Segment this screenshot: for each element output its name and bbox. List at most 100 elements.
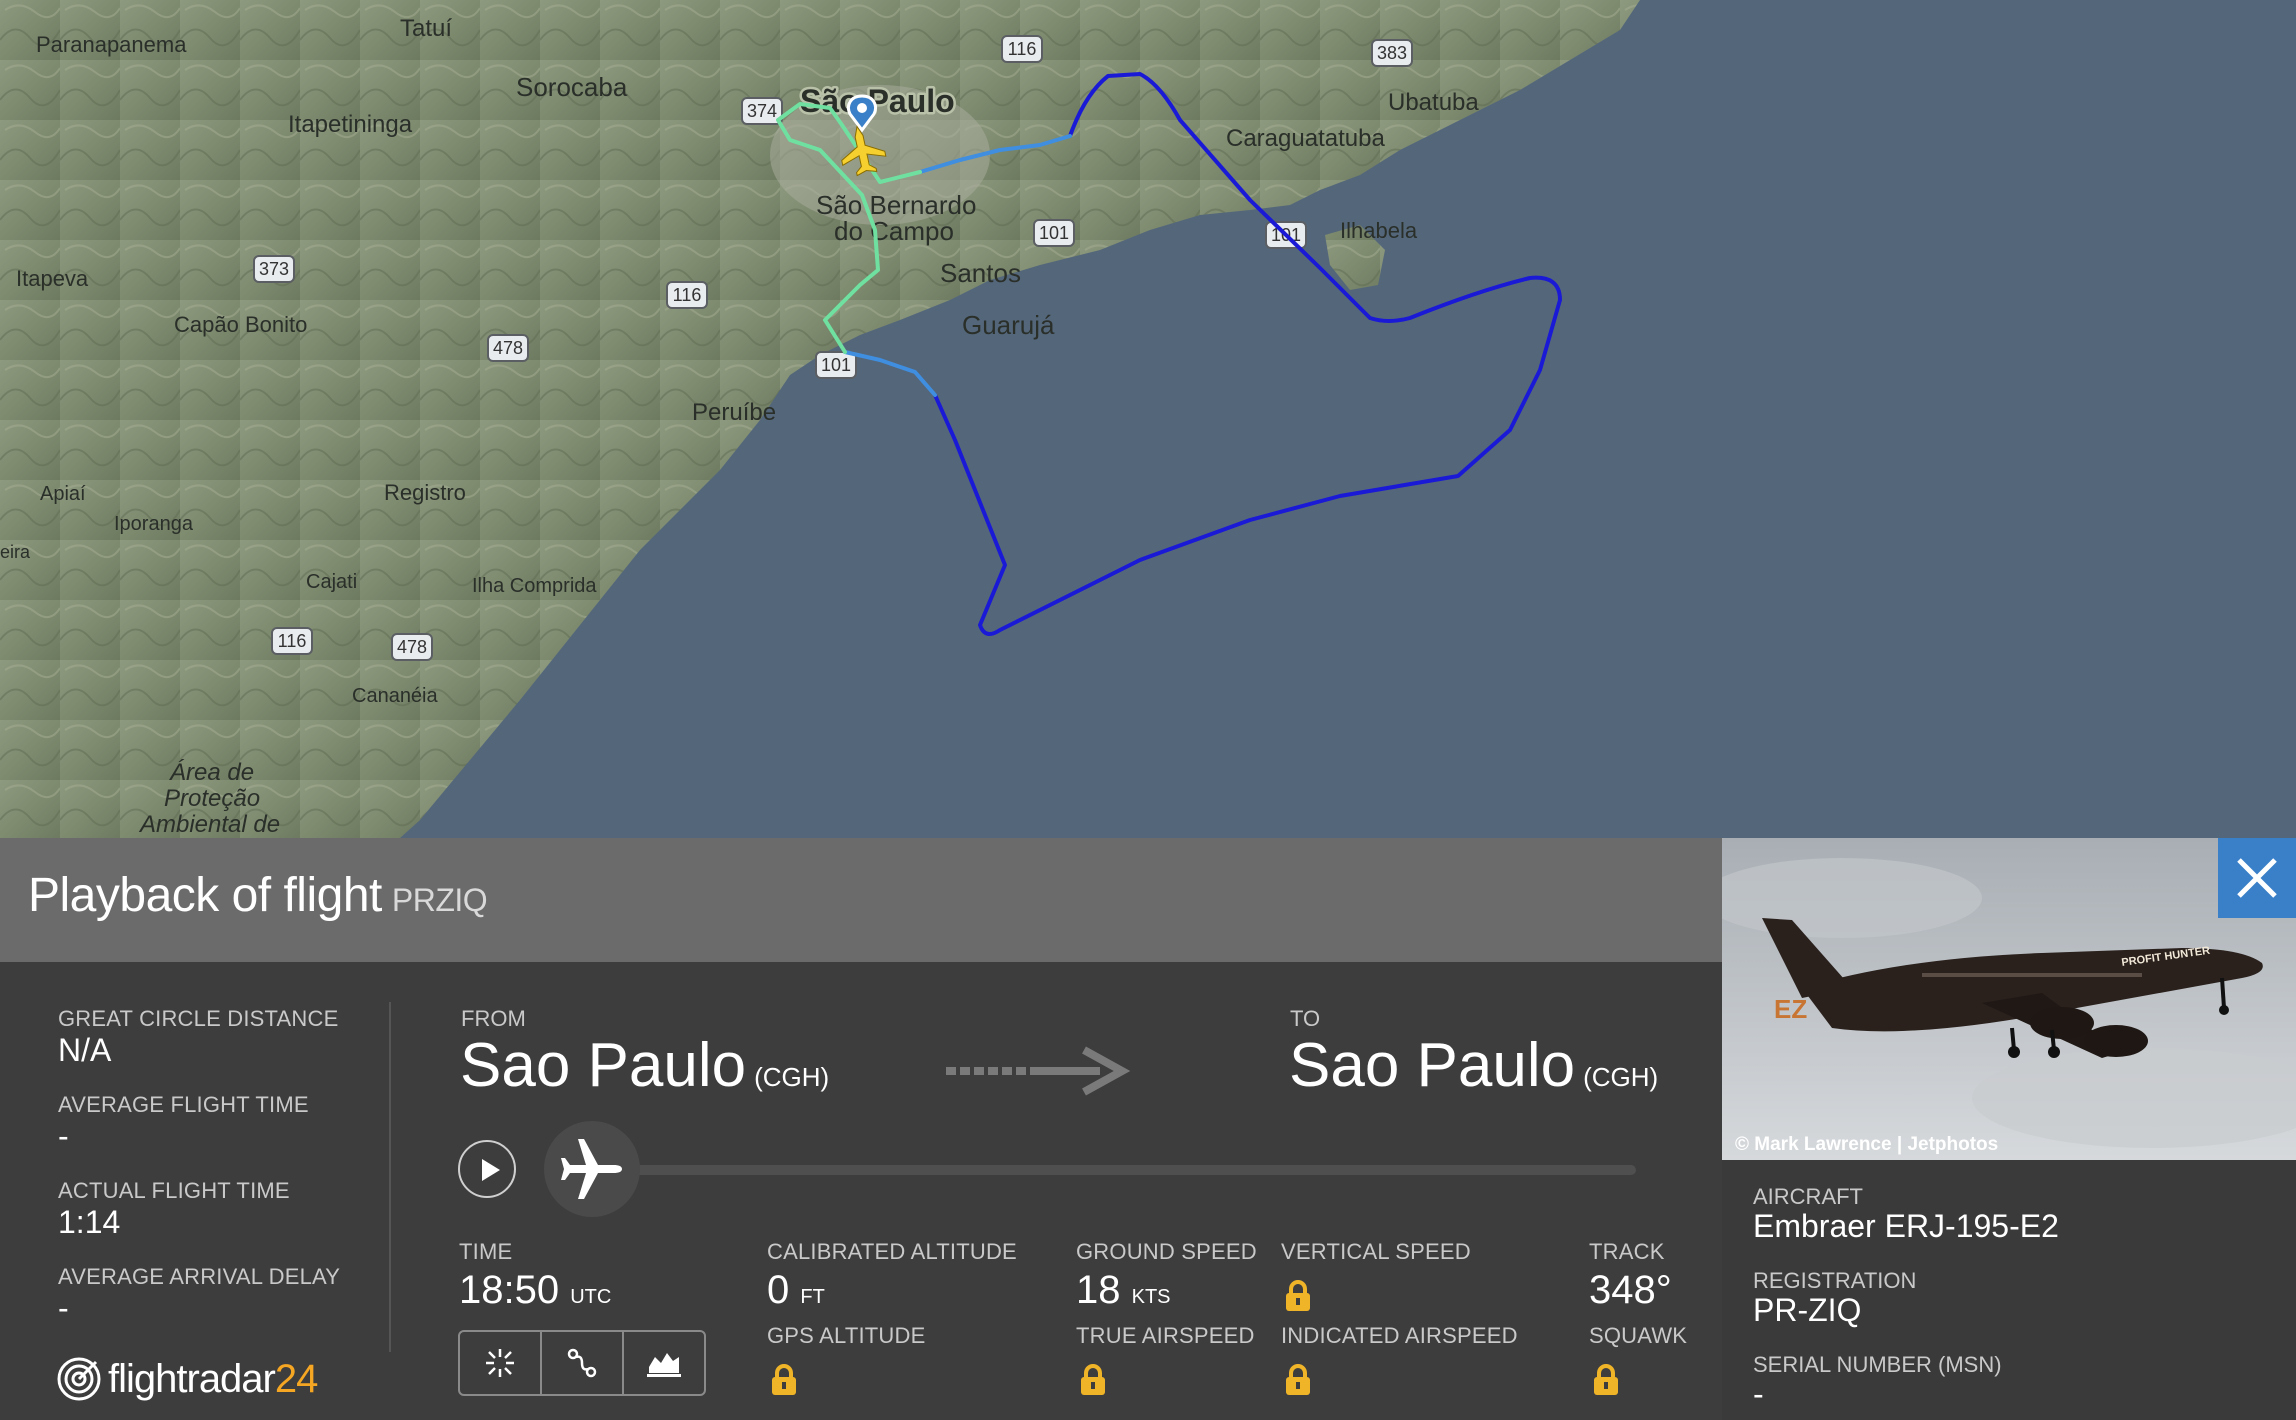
center-icon [486,1349,514,1377]
time-value-text: 18:50 [459,1268,560,1312]
svg-text:Itapetininga: Itapetininga [288,111,413,138]
timeline-scrubber[interactable] [544,1121,640,1217]
aircraft-type-value: Embraer ERJ-195-E2 [1753,1208,2059,1244]
highway-shield: 383 [1371,39,1413,67]
svg-text:116: 116 [1008,39,1037,59]
from-label: FROM [461,1006,526,1031]
serial-number-value: - [1753,1376,1764,1412]
svg-text:383: 383 [1377,43,1407,63]
ground-speed-value: 18 KTS [1076,1268,1171,1313]
svg-text:Registro: Registro [384,480,466,505]
origin-city-name: Sao Paulo [460,1031,747,1100]
route-arrow-icon [946,1046,1131,1096]
svg-text:Peruíbe: Peruíbe [692,399,776,426]
destination-code: (CGH) [1583,1062,1659,1092]
to-label: TO [1290,1006,1321,1031]
flight-map[interactable]: Paranapanema Tatuí Sorocaba São Paulo It… [0,0,2296,838]
svg-text:Área de: Área de [169,759,254,786]
lock-icon[interactable] [1284,1280,1312,1312]
ground-speed-unit: KTS [1131,1286,1171,1308]
lock-icon[interactable] [770,1364,798,1396]
svg-text:Iporanga: Iporanga [114,513,194,535]
radar-icon [57,1357,101,1401]
svg-text:Ilha Comprida: Ilha Comprida [472,575,597,597]
highway-shield: 116 [1001,35,1043,63]
aircraft-photo-image: EZ PROFIT HUNTER [1722,838,2296,1160]
svg-text:Ubatuba: Ubatuba [1388,89,1479,116]
panel-title-text: Playback of flight [28,869,382,922]
lock-icon[interactable] [1079,1364,1107,1396]
svg-text:Sorocaba: Sorocaba [516,72,628,102]
svg-text:Caraguatatuba: Caraguatatuba [1226,125,1385,152]
average-flight-time-label: AVERAGE FLIGHT TIME [58,1092,309,1117]
logo-word: flightradar [108,1356,276,1401]
close-button[interactable] [2218,838,2296,918]
svg-text:Proteção: Proteção [164,785,260,812]
route-icon [567,1348,597,1378]
actual-flight-time-label: ACTUAL FLIGHT TIME [58,1178,290,1203]
svg-text:Paranapanema: Paranapanema [36,32,187,57]
highway-shield: 116 [271,627,313,655]
average-arrival-delay-value: - [58,1290,69,1326]
svg-text:São Paulo: São Paulo [800,83,955,119]
graph-icon [647,1353,681,1377]
indicated-airspeed-label: INDICATED AIRSPEED [1281,1323,1518,1348]
svg-text:Guarujá: Guarujá [962,310,1055,340]
svg-text:Ilhabela: Ilhabela [1340,218,1418,243]
origin-city: Sao Paulo (CGH) [460,1030,829,1101]
great-circle-label: GREAT CIRCLE DISTANCE [58,1006,339,1031]
svg-text:101: 101 [1039,223,1069,243]
stats-divider [389,1002,391,1352]
highway-shield: 116 [666,281,708,309]
lock-icon[interactable] [1592,1364,1620,1396]
map-canvas[interactable]: Paranapanema Tatuí Sorocaba São Paulo It… [0,0,2296,838]
average-arrival-delay-label: AVERAGE ARRIVAL DELAY [58,1264,341,1289]
svg-text:101: 101 [821,355,851,375]
flightradar24-logo[interactable]: flightradar24 [56,1356,318,1402]
true-airspeed-label: TRUE AIRSPEED [1076,1323,1255,1348]
calibrated-altitude-unit: FT [800,1286,825,1308]
altitude-graph-button[interactable] [624,1332,704,1394]
svg-text:Ambiental de: Ambiental de [138,811,280,838]
highway-shield: 374 [741,97,783,125]
calibrated-altitude-label: CALIBRATED ALTITUDE [767,1239,1017,1264]
tail-logo-text: EZ [1774,994,1807,1024]
route-button[interactable] [542,1332,624,1394]
highway-shield: 478 [391,633,433,661]
svg-text:Tatuí: Tatuí [400,15,452,42]
playback-timeline[interactable] [590,1165,1636,1175]
ground-speed-label: GROUND SPEED [1076,1239,1257,1264]
flight-callsign: PRZIQ [391,882,488,918]
svg-text:Capão Bonito: Capão Bonito [174,312,307,337]
great-circle-value: N/A [58,1032,112,1068]
registration-value: PR-ZIQ [1753,1292,1862,1328]
aircraft-photo[interactable]: EZ PROFIT HUNTER © Mark Lawrence | Jetph… [1722,838,2296,1160]
view-toolbar [458,1330,706,1396]
close-icon [2237,858,2277,898]
logo-wordmark: flightradar24 [108,1356,318,1402]
highway-shield: 101 [815,351,857,379]
track-label: TRACK [1589,1239,1665,1264]
center-map-button[interactable] [460,1332,542,1394]
lock-icon[interactable] [1284,1364,1312,1396]
play-button[interactable] [458,1140,516,1198]
destination-city-name: Sao Paulo [1289,1031,1576,1100]
svg-text:Itapeva: Itapeva [16,266,89,291]
svg-text:478: 478 [493,338,523,358]
registration-label: REGISTRATION [1753,1268,1917,1293]
photo-credit[interactable]: © Mark Lawrence | Jetphotos [1735,1134,1998,1156]
ground-speed-number: 18 [1076,1268,1121,1312]
time-value: 18:50 UTC [459,1268,611,1313]
calibrated-altitude-number: 0 [767,1268,790,1312]
svg-text:478: 478 [397,637,427,657]
svg-text:Apiaí: Apiaí [40,483,86,505]
aircraft-info-panel: EZ PROFIT HUNTER © Mark Lawrence | Jetph… [1722,838,2296,1420]
vertical-speed-label: VERTICAL SPEED [1281,1239,1471,1264]
panel-header: Playback of flight PRZIQ [0,838,1722,962]
svg-text:Cananéia: Cananéia [352,685,439,707]
svg-text:116: 116 [673,285,702,305]
svg-text:do Campo: do Campo [834,216,954,246]
track-value: 348° [1589,1268,1672,1312]
svg-text:373: 373 [259,259,289,279]
highway-shield: 373 [253,255,295,283]
